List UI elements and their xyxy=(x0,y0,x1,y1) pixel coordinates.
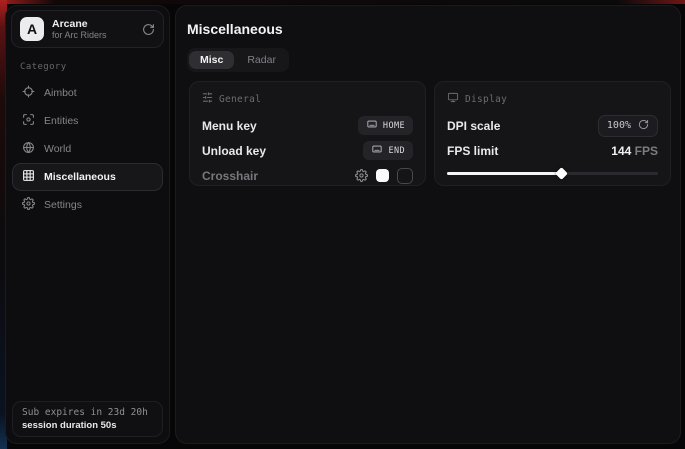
crosshair-settings-gear-icon[interactable] xyxy=(355,169,368,182)
display-card-header: Display xyxy=(447,92,658,106)
menu-key-row: Menu key HOME xyxy=(202,114,413,137)
fps-unit: FPS xyxy=(635,144,658,158)
sidebar-item-aimbot[interactable]: Aimbot xyxy=(12,79,163,107)
fps-limit-label: FPS limit xyxy=(447,144,498,158)
menu-keybind-value: HOME xyxy=(383,121,405,131)
screen: { "app": { "name": "Arcane", "subtitle":… xyxy=(0,0,685,449)
globe-icon xyxy=(22,141,35,157)
fps-limit-value: 144 FPS xyxy=(611,144,658,158)
monitor-icon xyxy=(447,92,459,106)
subscription-card: Sub expires in 23d 20h session duration … xyxy=(12,401,163,437)
fps-limit-row: FPS limit 144 FPS xyxy=(447,139,658,162)
sidebar-item-miscellaneous[interactable]: Miscellaneous xyxy=(12,163,163,191)
fps-number: 144 xyxy=(611,144,631,158)
sidebar-item-label: World xyxy=(44,143,71,155)
sidebar: A Arcane for Arc Riders Category Aimbot xyxy=(5,5,170,444)
sidebar-item-label: Miscellaneous xyxy=(44,171,116,183)
background-top-edge xyxy=(0,0,685,4)
menu-key-label: Menu key xyxy=(202,119,257,133)
display-card-title: Display xyxy=(465,94,507,105)
sidebar-item-entities[interactable]: Entities xyxy=(12,107,163,135)
sliders-icon xyxy=(202,92,213,106)
main-panel: Miscellaneous Misc Radar General Menu ke… xyxy=(175,5,681,444)
unload-key-label: Unload key xyxy=(202,144,266,158)
display-rows: DPI scale 100% FPS limit 144 FPS xyxy=(447,114,658,178)
general-card-header: General xyxy=(202,92,413,106)
app-identity: Arcane for Arc Riders xyxy=(52,18,134,40)
keyboard-icon xyxy=(366,119,378,132)
scan-icon xyxy=(22,113,35,129)
keyboard-icon xyxy=(371,144,383,157)
category-label: Category xyxy=(20,62,67,72)
app-subtitle: for Arc Riders xyxy=(52,30,134,40)
sidebar-item-label: Entities xyxy=(44,115,78,127)
unload-keybind-button[interactable]: END xyxy=(363,141,413,160)
reset-icon[interactable] xyxy=(638,119,649,133)
crosshair-checkbox[interactable] xyxy=(397,168,413,184)
sidebar-nav: Aimbot Entities World M xyxy=(12,79,163,219)
refresh-icon[interactable] xyxy=(142,23,155,36)
dpi-scale-row: DPI scale 100% xyxy=(447,114,658,137)
sub-expiry-text: Sub expires in 23d 20h xyxy=(22,407,153,418)
sidebar-item-label: Aimbot xyxy=(44,87,77,99)
tab-group: Misc Radar xyxy=(187,48,289,72)
dpi-scale-value: 100% xyxy=(607,120,631,131)
page-title: Miscellaneous xyxy=(187,21,283,37)
unload-keybind-value: END xyxy=(388,146,405,156)
cards-row: General Menu key HOME Unload key xyxy=(189,81,671,186)
fps-slider-fill xyxy=(447,172,561,175)
sidebar-item-settings[interactable]: Settings xyxy=(12,191,163,219)
general-rows: Menu key HOME Unload key xyxy=(202,114,413,187)
profile-card: A Arcane for Arc Riders xyxy=(11,10,164,48)
menu-keybind-button[interactable]: HOME xyxy=(358,116,413,135)
grid-icon xyxy=(22,169,35,185)
tab-radar[interactable]: Radar xyxy=(236,51,287,69)
gear-icon xyxy=(22,197,35,213)
sidebar-item-label: Settings xyxy=(44,199,82,211)
app-name: Arcane xyxy=(52,18,134,30)
fps-slider-thumb[interactable] xyxy=(555,167,568,180)
display-card: Display DPI scale 100% FPS limit xyxy=(434,81,671,186)
crosshair-controls xyxy=(355,168,413,184)
crosshair-row: Crosshair xyxy=(202,164,413,187)
fps-slider[interactable] xyxy=(447,168,658,178)
crosshair-color-swatch[interactable] xyxy=(376,169,389,182)
app-logo: A xyxy=(20,17,44,41)
dpi-scale-control[interactable]: 100% xyxy=(598,115,658,137)
tab-misc[interactable]: Misc xyxy=(189,51,234,69)
sidebar-item-world[interactable]: World xyxy=(12,135,163,163)
general-card-title: General xyxy=(219,94,261,105)
crosshair-icon xyxy=(22,85,35,101)
session-duration-text: session duration 50s xyxy=(22,420,153,431)
unload-key-row: Unload key END xyxy=(202,139,413,162)
dpi-scale-label: DPI scale xyxy=(447,119,500,133)
crosshair-label: Crosshair xyxy=(202,169,258,183)
general-card: General Menu key HOME Unload key xyxy=(189,81,426,186)
